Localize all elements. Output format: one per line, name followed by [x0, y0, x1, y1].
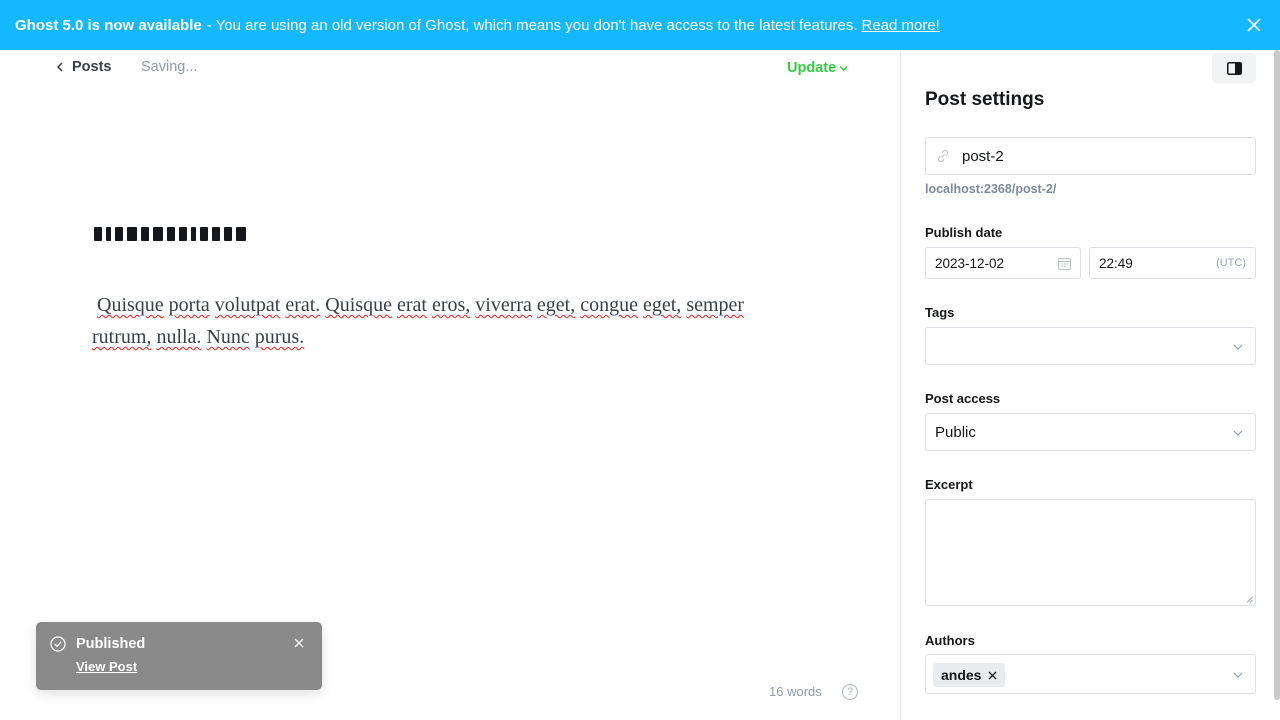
chevron-down-icon — [1233, 344, 1243, 350]
post-body[interactable]: Quisque porta volutpat erat. Quisque era… — [92, 289, 772, 353]
chevron-left-icon — [56, 62, 63, 72]
slug-input[interactable]: post-2 — [925, 137, 1256, 175]
post-access-label: Post access — [925, 391, 1001, 406]
chevron-down-icon — [1233, 430, 1243, 436]
tags-label: Tags — [925, 305, 955, 320]
sidebar-toggle-button[interactable] — [1212, 53, 1256, 83]
timezone-label: (UTC) — [1216, 257, 1246, 269]
excerpt-textarea[interactable] — [925, 499, 1256, 606]
chevron-down-icon — [839, 65, 848, 71]
publish-date-label: Publish date — [925, 225, 1003, 240]
resize-grip-icon[interactable] — [1246, 596, 1253, 603]
help-icon[interactable]: ? — [842, 684, 858, 700]
remove-icon[interactable] — [988, 671, 997, 680]
word-count: 16 words — [769, 684, 822, 699]
sidebar-scrollbar[interactable] — [1274, 50, 1280, 700]
body-word: erat. — [285, 294, 321, 316]
body-word: Nunc — [206, 326, 250, 348]
view-post-link[interactable]: View Post — [76, 659, 137, 674]
check-circle-icon — [50, 636, 66, 652]
time-input[interactable]: 22:49 (UTC) — [1089, 247, 1256, 279]
body-word: rutrum, — [92, 326, 152, 348]
body-word: eget, — [536, 294, 576, 316]
back-label: Posts — [72, 59, 112, 75]
authors-input[interactable]: andes — [925, 654, 1256, 694]
update-label: Update — [787, 60, 837, 76]
body-word: eget, — [643, 294, 682, 316]
tags-input[interactable] — [925, 327, 1256, 365]
time-value: 22:49 — [1099, 255, 1133, 271]
excerpt-label: Excerpt — [925, 477, 973, 492]
body-word: congue — [580, 294, 638, 316]
close-icon[interactable] — [1246, 17, 1262, 33]
date-input[interactable]: 2023-12-02 — [925, 247, 1081, 279]
link-icon — [937, 149, 949, 163]
body-word: Quisque — [325, 294, 392, 316]
body-word: nulla. — [156, 326, 202, 348]
body-word: Quisque — [97, 294, 164, 316]
published-toast: Published View Post — [36, 622, 322, 690]
author-chip[interactable]: andes — [933, 663, 1006, 687]
post-url: localhost:2368/post-2/ — [925, 182, 1057, 196]
toast-title: Published — [76, 636, 146, 652]
post-title[interactable] — [94, 227, 246, 241]
body-word: purus. — [254, 326, 305, 348]
save-status: Saving... — [141, 59, 198, 75]
banner-read-more-link[interactable]: Read more! — [861, 17, 939, 34]
chevron-down-icon — [1233, 672, 1243, 678]
authors-label: Authors — [925, 633, 975, 648]
update-button[interactable]: Update — [787, 60, 848, 76]
sidebar-toggle-icon — [1226, 61, 1242, 75]
body-word: eros, — [431, 294, 471, 316]
banner-headline: Ghost 5.0 is now available — [15, 16, 202, 34]
update-banner: Ghost 5.0 is now available - You are usi… — [0, 0, 1280, 50]
back-to-posts-button[interactable]: Posts — [56, 59, 112, 75]
banner-message: - You are using an old version of Ghost,… — [206, 16, 858, 34]
close-icon[interactable] — [294, 638, 304, 648]
post-access-select[interactable]: Public — [925, 413, 1256, 451]
body-word: erat — [396, 294, 427, 316]
body-word: semper — [686, 294, 745, 316]
date-value: 2023-12-02 — [935, 255, 1005, 271]
calendar-icon[interactable] — [1058, 257, 1071, 270]
body-word: viverra — [475, 294, 532, 316]
settings-title: Post settings — [925, 89, 1045, 110]
slug-value: post-2 — [962, 147, 1004, 165]
author-name: andes — [941, 667, 982, 683]
body-word: volutpat — [214, 294, 281, 316]
body-word: porta — [168, 294, 210, 316]
access-value: Public — [935, 423, 976, 441]
